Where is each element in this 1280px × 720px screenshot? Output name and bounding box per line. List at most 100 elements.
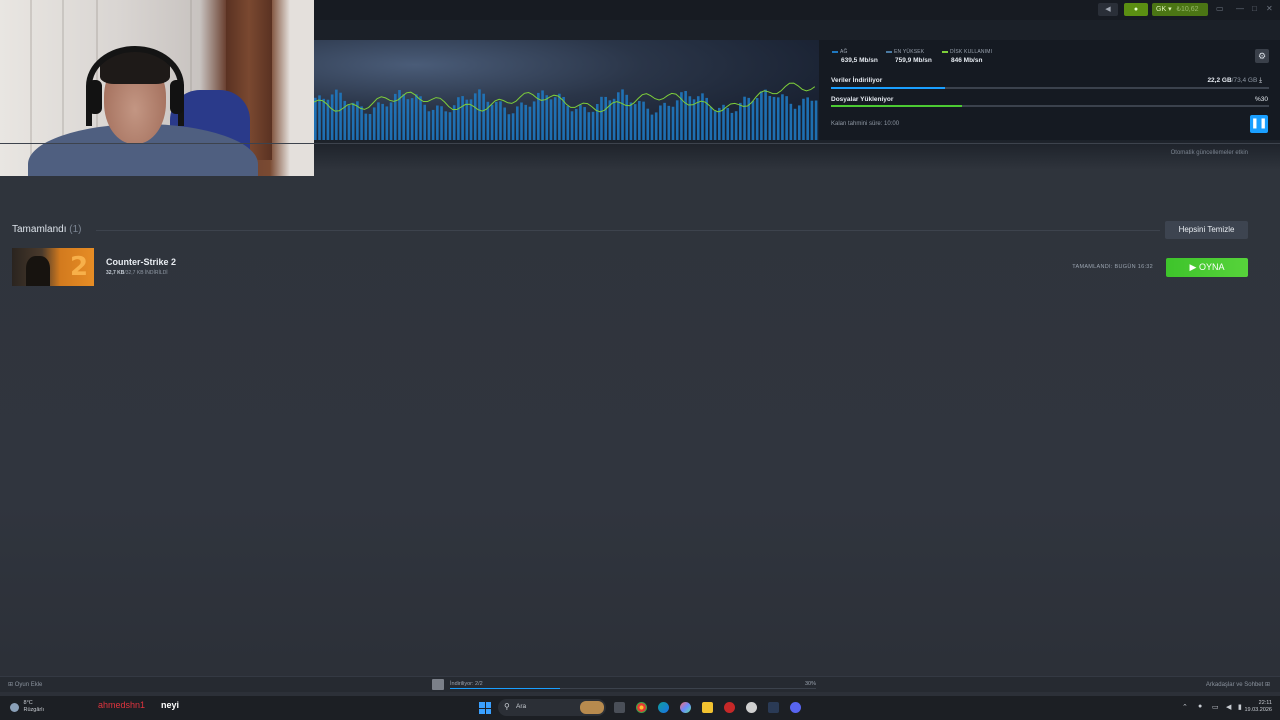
installing-progress-fill xyxy=(831,105,963,107)
friends-chat-button[interactable]: Arkadaşlar ve Sohbet ⊞ xyxy=(1206,681,1270,688)
bandwidth-bar xyxy=(372,107,376,140)
completed-count: (1) xyxy=(69,224,82,235)
bandwidth-bar xyxy=(789,103,793,140)
bandwidth-bar xyxy=(612,98,616,140)
bandwidth-bar xyxy=(692,99,696,140)
download-banner: AĞ 639,5 Mb/sn EN YÜKSEK 759,9 Mb/sn DİS… xyxy=(314,40,1280,140)
task-view-icon[interactable] xyxy=(614,702,625,713)
bandwidth-bar xyxy=(625,94,629,140)
network-bars-icon xyxy=(832,49,838,53)
taskbar-clock[interactable]: 22:11 19.03.2026 xyxy=(1244,700,1272,714)
weather-widget[interactable]: 8°C Rüzgârlı xyxy=(10,700,44,714)
opera-icon[interactable] xyxy=(724,702,735,713)
file-explorer-icon[interactable] xyxy=(702,702,713,713)
minimize-icon[interactable]: — xyxy=(1236,4,1244,13)
bandwidth-bar xyxy=(591,111,595,140)
game-mini-icon xyxy=(432,679,444,690)
bandwidth-bar xyxy=(351,102,355,140)
tray-overflow-icon[interactable]: ⌃ xyxy=(1182,703,1188,711)
bandwidth-bar xyxy=(621,89,624,140)
bandwidth-bar xyxy=(368,114,372,140)
taskbar-search[interactable]: ⚲ Ara xyxy=(498,699,606,716)
pause-button[interactable]: ❚❚ xyxy=(1250,115,1268,133)
bandwidth-bar xyxy=(642,101,645,140)
edge-icon[interactable] xyxy=(658,702,669,713)
bandwidth-bar xyxy=(330,94,334,140)
game-title[interactable]: Counter-Strike 2 xyxy=(106,257,176,267)
bandwidth-bar xyxy=(520,102,523,140)
bandwidth-bar xyxy=(726,107,730,140)
footer-download-status[interactable]: İndiriliyor: 2/2 30% xyxy=(432,679,822,691)
thumbnail-logo: 2 xyxy=(70,252,89,282)
bandwidth-bar xyxy=(654,112,658,140)
big-picture-icon[interactable]: ▭ xyxy=(1216,4,1224,13)
bandwidth-bar xyxy=(806,97,809,140)
downloaded-size: 22,2 GB/73,4 GB ⤓ xyxy=(1134,77,1262,85)
bandwidth-bar xyxy=(431,109,435,140)
download-settings-gear-icon[interactable]: ⚙ xyxy=(1255,49,1269,63)
microphone-icon[interactable]: ● xyxy=(1198,703,1202,710)
downloading-progress-fill xyxy=(831,87,945,89)
speaker-icon[interactable]: ◀ xyxy=(1098,3,1118,16)
account-menu-button[interactable]: GK ▾ ₺10,62 xyxy=(1152,3,1208,16)
auto-updates-status[interactable]: Otomatik güncellemeler etkin xyxy=(1171,150,1248,156)
bandwidth-bar xyxy=(465,99,469,140)
discord-icon[interactable] xyxy=(790,702,801,713)
bandwidth-bar xyxy=(659,105,662,140)
bandwidth-bar xyxy=(570,111,574,140)
copilot-icon[interactable] xyxy=(680,702,691,713)
bandwidth-bar xyxy=(410,98,414,140)
chat-username: ahmedshn1 xyxy=(98,700,146,710)
bandwidth-bar xyxy=(314,97,317,140)
bandwidth-bar xyxy=(814,100,818,140)
windows-start-icon[interactable] xyxy=(479,702,491,714)
steam-taskbar-icon[interactable] xyxy=(768,702,779,713)
bandwidth-bar xyxy=(448,112,452,140)
close-icon[interactable]: ✕ xyxy=(1266,4,1273,13)
stat-disk: DİSK KULLANIMI 846 Mb/sn xyxy=(942,49,992,64)
play-button[interactable]: ▶ OYNA xyxy=(1166,258,1248,277)
weather-desc: Rüzgârlı xyxy=(23,707,45,713)
play-icon: ▶ xyxy=(1189,262,1197,272)
bandwidth-bar xyxy=(537,92,540,140)
bandwidth-bar xyxy=(440,106,443,140)
wallet-balance: ₺10,62 xyxy=(1176,6,1199,13)
search-placeholder: Ara xyxy=(516,703,527,710)
bandwidth-bar xyxy=(638,101,641,140)
bandwidth-graph xyxy=(314,82,818,140)
chrome-icon[interactable] xyxy=(636,702,647,713)
clock-time: 22:11 xyxy=(1258,700,1272,706)
bandwidth-bar xyxy=(516,106,519,140)
bandwidth-bar xyxy=(574,108,578,140)
bandwidth-bar xyxy=(347,105,351,140)
game-thumbnail[interactable]: 2 xyxy=(12,248,94,286)
weather-temp: 8°C xyxy=(23,700,33,706)
add-game-button[interactable]: ⊞ Oyun Ekle xyxy=(8,681,42,688)
bandwidth-bar xyxy=(494,101,498,140)
network-icon[interactable]: ▭ xyxy=(1212,703,1219,711)
bandwidth-bar xyxy=(730,112,734,140)
bandwidth-bar xyxy=(444,111,448,140)
bandwidth-bar xyxy=(579,105,582,140)
bandwidth-bar xyxy=(743,96,746,140)
bandwidth-bar xyxy=(490,104,494,140)
bandwidth-bar xyxy=(541,90,544,140)
add-game-label: Oyun Ekle xyxy=(14,682,43,688)
bandwidth-bar xyxy=(335,89,338,140)
maximize-icon[interactable]: □ xyxy=(1252,4,1257,13)
bandwidth-bar xyxy=(528,106,532,140)
volume-icon[interactable]: ◀ xyxy=(1226,703,1231,711)
play-label: OYNA xyxy=(1198,262,1225,272)
bandwidth-bar xyxy=(461,96,464,140)
section-divider xyxy=(96,230,1160,231)
steam-footer: ⊞ Oyun Ekle İndiriliyor: 2/2 30% Arkadaş… xyxy=(0,676,1280,692)
clear-all-button[interactable]: Hepsini Temizle xyxy=(1165,221,1248,239)
notification-bell-icon[interactable]: ● xyxy=(1124,3,1148,16)
battery-icon[interactable]: ▮ xyxy=(1238,703,1242,711)
download-arrow-icon: ⤓ xyxy=(1259,77,1262,84)
bandwidth-bar xyxy=(684,91,687,140)
github-icon[interactable] xyxy=(746,702,757,713)
bandwidth-bar xyxy=(507,114,511,140)
bandwidth-bar xyxy=(566,105,570,140)
friends-chat-label: Arkadaşlar ve Sohbet xyxy=(1205,682,1264,688)
